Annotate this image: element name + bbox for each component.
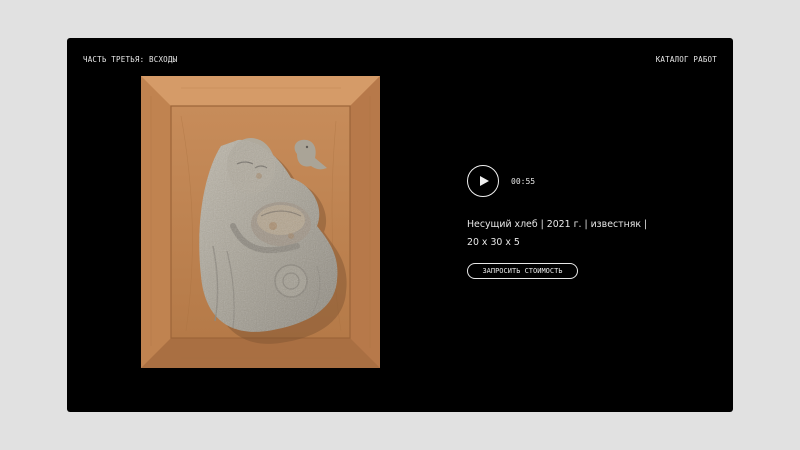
play-icon — [479, 176, 489, 186]
artwork-card: ЧАСТЬ ТРЕТЬЯ: ВСХОДЫ КАТАЛОГ РАБОТ 00:55… — [67, 38, 733, 412]
frame-bevel-right — [350, 76, 380, 368]
artwork-description-line2: 20 x 30 x 5 — [467, 237, 520, 248]
audio-duration: 00:55 — [511, 176, 536, 186]
frame-bevel-top — [141, 76, 380, 106]
frame-bevel-left — [141, 76, 171, 368]
section-title: ЧАСТЬ ТРЕТЬЯ: ВСХОДЫ — [83, 55, 178, 64]
catalog-link[interactable]: КАТАЛОГ РАБОТ — [656, 55, 717, 64]
request-price-button[interactable]: ЗАПРОСИТЬ СТОИМОСТЬ — [467, 263, 578, 279]
play-button[interactable] — [467, 165, 499, 197]
artwork-description: Несущий хлеб | 2021 г. | известняк | 20 … — [467, 216, 667, 252]
audio-player: 00:55 — [467, 165, 535, 197]
artwork-description-line1: Несущий хлеб | 2021 г. | известняк | — [467, 219, 648, 230]
stone-relief — [199, 138, 338, 332]
artwork-image — [141, 76, 380, 368]
